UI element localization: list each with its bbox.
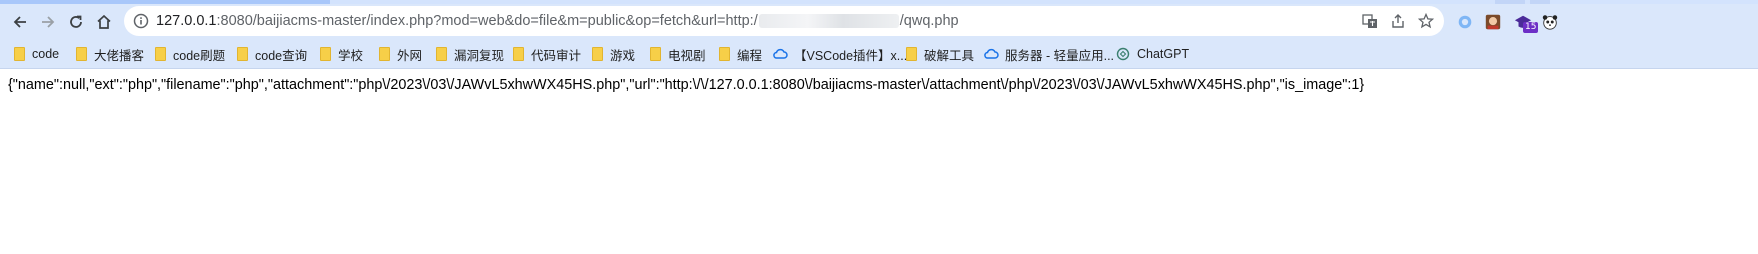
info-icon[interactable] [132,12,150,30]
bookmark-item[interactable]: code刷题 [155,44,225,64]
bookmark-item[interactable]: 服务器 - 轻量应用... [983,44,1114,64]
bookmark-item[interactable]: 漏洞复现 [436,44,504,64]
arrow-right-icon [42,16,55,28]
bookmark-label: 代码审计 [531,48,582,63]
bookmark-item[interactable]: 学校 [320,44,363,64]
bookmark-item[interactable]: 编程 [719,44,762,64]
share-button[interactable] [1390,13,1406,29]
bookmark-item[interactable]: 外网 [379,44,422,64]
bookmark-label: code [32,47,60,61]
cloud-icon [984,48,999,59]
address-bar[interactable]: 127.0.0.1:8080/baijiacms-master/index.ph… [124,6,1444,36]
extension-button[interactable] [1455,12,1475,32]
panda-icon [1542,15,1558,30]
bookmark-item[interactable]: 大佬播客 [76,44,144,64]
folder-icon [906,47,917,61]
extension-button[interactable]: 15 [1513,12,1539,33]
share-icon [1392,14,1404,28]
bookmark-label: code刷题 [173,48,226,63]
translate-button[interactable] [1362,13,1378,29]
home-icon [97,14,111,29]
star-icon [1418,13,1434,29]
bookmark-label: ChatGPT [1137,47,1190,61]
arrow-left-icon [13,16,26,28]
bookmark-label: 编程 [737,48,763,63]
bookmark-label: 服务器 - 轻量应用... [1005,48,1115,63]
extension-button[interactable] [1540,12,1560,32]
redacted-region [758,14,899,29]
bookmark-item[interactable]: 【VSCode插件】x... [772,44,907,64]
cloud-icon [773,48,788,59]
bookmark-label: 【VSCode插件】x... [794,48,908,63]
reload-icon [70,15,82,28]
bookmark-label: 大佬播客 [94,48,145,63]
chatgpt-icon [1116,47,1130,61]
folder-icon [379,47,390,61]
bookmarks-bar: code 大佬播客 code刷题 code查询 学校 外网 漏洞复现 代码审计 游戏 电视剧 编程 【… [0,40,1758,69]
back-button[interactable] [6,8,34,36]
bookmark-item[interactable]: code查询 [237,44,307,64]
response-body-text: {"name":null,"ext":"php","filename":"php… [8,77,1365,93]
folder-icon [76,47,87,61]
bookmark-item[interactable]: code [14,44,59,64]
bookmark-label: 学校 [338,48,364,63]
bookmark-label: 游戏 [610,48,636,63]
bookmark-item[interactable]: ChatGPT [1115,44,1189,64]
folder-icon [513,47,524,61]
folder-icon [436,47,447,61]
reload-button[interactable] [62,8,90,36]
bookmark-item[interactable]: 游戏 [592,44,635,64]
bookmark-label: 破解工具 [924,48,975,63]
extension-badge: 15 [1523,22,1539,33]
forward-button[interactable] [34,8,62,36]
home-button[interactable] [90,8,118,36]
bookmark-item[interactable]: 代码审计 [513,44,581,64]
folder-icon [650,47,661,61]
bookmark-label: 漏洞复现 [454,48,505,63]
url-text[interactable]: 127.0.0.1:8080/baijiacms-master/index.ph… [156,6,959,36]
bookmark-star-button[interactable] [1418,13,1434,29]
url-host: 127.0.0.1 [156,13,217,29]
url-file: /qwq.php [899,13,959,29]
folder-icon [237,47,248,61]
folder-icon [14,47,25,61]
bookmark-label: code查询 [255,48,308,63]
folder-icon [155,47,166,61]
browser-toolbar: 127.0.0.1:8080/baijiacms-master/index.ph… [0,4,1758,40]
bookmark-item[interactable]: 破解工具 [906,44,974,64]
bookmark-label: 外网 [397,48,423,63]
folder-icon [592,47,603,61]
translate-icon [1362,14,1377,28]
extension-button[interactable] [1483,12,1503,32]
url-path: :8080/baijiacms-master/index.php?mod=web… [216,13,758,29]
folder-icon [320,47,331,61]
avatar-extension-icon [1485,14,1501,30]
folder-icon [719,47,730,61]
circle-extension-icon [1458,15,1472,29]
bookmark-label: 电视剧 [668,48,706,63]
bookmark-item[interactable]: 电视剧 [650,44,706,64]
